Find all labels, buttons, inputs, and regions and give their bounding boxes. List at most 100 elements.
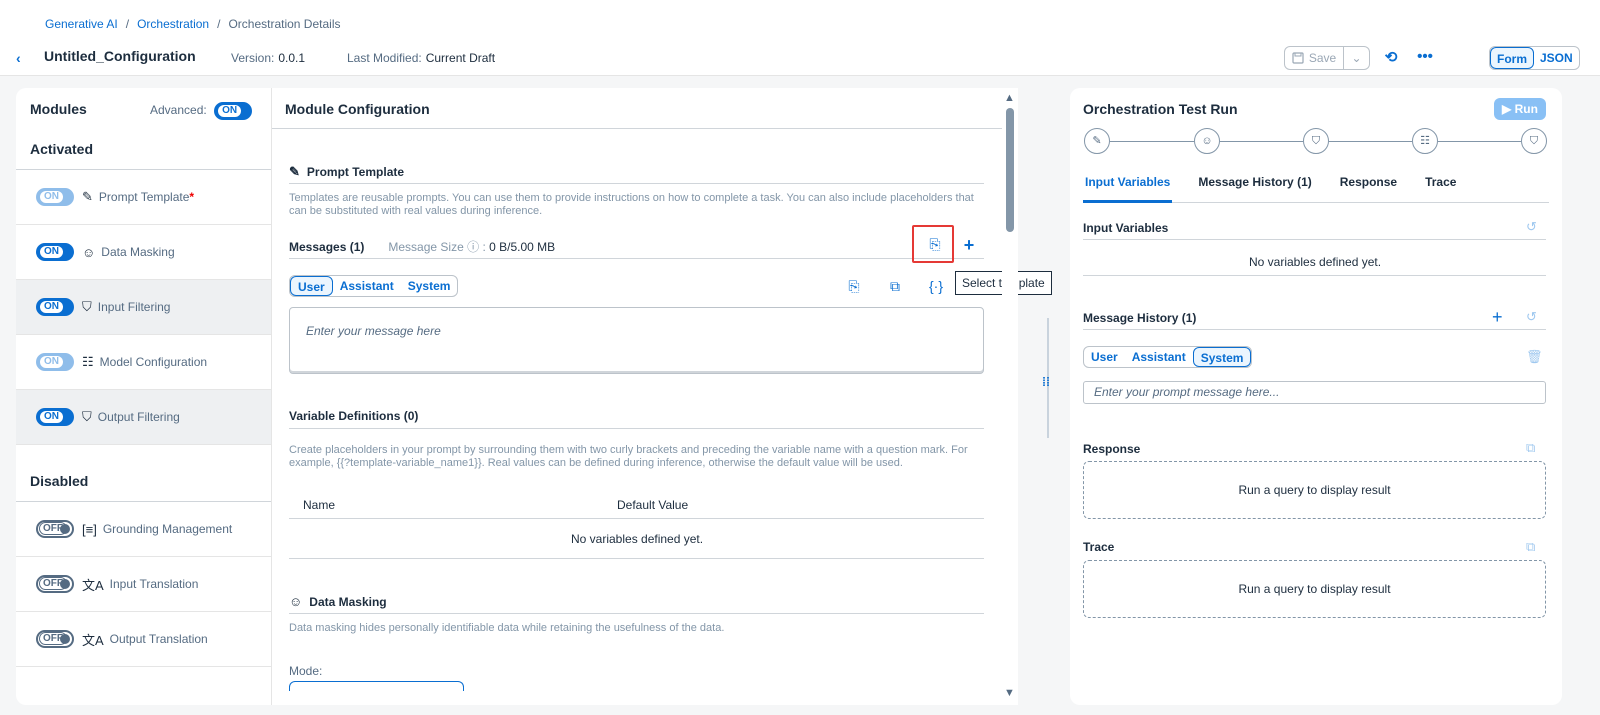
variable-definitions-description: Create placeholders in your prompt by su… bbox=[289, 444, 968, 469]
tab-trace[interactable]: Trace bbox=[1423, 175, 1458, 203]
grounding-icon: [≡] bbox=[82, 521, 97, 537]
breadcrumb-generative-ai[interactable]: Generative AI bbox=[45, 17, 118, 31]
input-translation-switch[interactable]: OFF bbox=[36, 575, 74, 593]
divider bbox=[272, 128, 1002, 129]
advanced-toggle-group: Advanced: ON bbox=[150, 102, 253, 120]
filter-icon: ⛉ bbox=[82, 299, 92, 314]
info-icon[interactable]: ⓘ bbox=[467, 240, 479, 254]
activated-heading: Activated bbox=[30, 141, 94, 157]
back-chevron-icon[interactable]: ‹ bbox=[16, 50, 21, 66]
prompt-edit-icon: ✎ bbox=[82, 189, 93, 204]
advanced-label: Advanced: bbox=[150, 103, 207, 118]
test-run-tabs: Input Variables Message History (1) Resp… bbox=[1083, 175, 1549, 203]
save-dropdown-button[interactable]: ⌄ bbox=[1344, 46, 1370, 70]
copy-icon[interactable]: ⧉ bbox=[1526, 440, 1535, 456]
breadcrumb-separator: / bbox=[217, 17, 221, 31]
form-view-button[interactable]: Form bbox=[1490, 47, 1534, 69]
test-run-title: Orchestration Test Run bbox=[1083, 101, 1238, 117]
mode-label: Mode: bbox=[289, 664, 323, 678]
modules-title: Modules bbox=[30, 101, 87, 117]
scroll-up-icon[interactable]: ▲ bbox=[1004, 92, 1015, 104]
input-filtering-switch[interactable]: ON bbox=[36, 298, 74, 316]
messages-row: Messages (1) Message Size ⓘ : 0 B/5.00 MB bbox=[289, 240, 556, 254]
filter-icon: ⛉ bbox=[82, 409, 92, 424]
module-configuration-panel: Module Configuration ✎ Prompt Template Te… bbox=[272, 88, 1018, 705]
message-input[interactable]: Enter your message here bbox=[289, 307, 984, 374]
output-translation-switch[interactable]: OFF bbox=[36, 630, 74, 648]
grip-icon[interactable]: ⁞⁞ bbox=[1042, 375, 1050, 389]
module-output-translation[interactable]: OFF 文A Output Translation bbox=[16, 612, 271, 667]
module-model-configuration[interactable]: ON ☷ Model Configuration bbox=[16, 335, 271, 390]
step-filter-icon[interactable]: ⛉ bbox=[1303, 128, 1329, 154]
module-input-translation[interactable]: OFF 文A Input Translation bbox=[16, 557, 271, 612]
copy-icon[interactable]: ⧉ bbox=[1526, 539, 1535, 555]
save-button[interactable]: Save bbox=[1284, 46, 1344, 70]
history-role-toggle: User Assistant System bbox=[1083, 346, 1253, 368]
scroll-thumb[interactable] bbox=[1006, 108, 1014, 232]
tab-input-variables[interactable]: Input Variables bbox=[1083, 175, 1173, 203]
step-mask-icon[interactable]: ☺ bbox=[1194, 128, 1220, 154]
add-message-icon[interactable]: + bbox=[1492, 307, 1503, 328]
module-label: Data Masking bbox=[101, 245, 175, 259]
variable-icon[interactable]: {·} bbox=[925, 278, 947, 294]
module-input-filtering[interactable]: ON ⛉ Input Filtering bbox=[16, 280, 271, 335]
history-icon[interactable]: ⟲ bbox=[1380, 48, 1402, 68]
role-assistant-button[interactable]: Assistant bbox=[1125, 347, 1193, 367]
breadcrumb-orchestration[interactable]: Orchestration bbox=[137, 17, 209, 31]
view-mode-toggle: Form JSON bbox=[1489, 46, 1580, 70]
step-prompt-icon[interactable]: ✎ bbox=[1084, 128, 1110, 154]
config-title: Module Configuration bbox=[285, 101, 430, 117]
reset-icon[interactable]: ↺ bbox=[1526, 309, 1537, 325]
module-output-filtering[interactable]: ON ⛉ Output Filtering bbox=[16, 390, 271, 445]
tab-response[interactable]: Response bbox=[1338, 175, 1399, 203]
data-masking-description: Data masking hides personally identifiab… bbox=[289, 622, 725, 634]
divider bbox=[289, 258, 984, 259]
prompt-edit-icon: ✎ bbox=[289, 164, 300, 179]
divider bbox=[1083, 275, 1546, 276]
last-modified-label: Last Modified: bbox=[347, 51, 422, 65]
required-marker: * bbox=[189, 190, 195, 204]
response-heading: Response bbox=[1083, 442, 1141, 456]
mask-icon: ☺ bbox=[289, 594, 303, 609]
module-data-masking[interactable]: ON ☺ Data Masking bbox=[16, 225, 271, 280]
add-message-icon[interactable]: + bbox=[958, 235, 980, 256]
role-user-button[interactable]: User bbox=[1084, 347, 1125, 367]
role-system-button[interactable]: System bbox=[1192, 347, 1252, 367]
message-role-toggle: User Assistant System bbox=[289, 275, 459, 297]
version-info: Version: 0.0.1 bbox=[231, 51, 305, 65]
output-filtering-switch[interactable]: ON bbox=[36, 408, 74, 426]
advanced-switch[interactable]: ON bbox=[214, 102, 253, 120]
run-button[interactable]: ▶ Run bbox=[1494, 98, 1546, 120]
module-grounding-management[interactable]: OFF [≡] Grounding Management bbox=[16, 502, 271, 557]
more-options-icon[interactable]: ••• bbox=[1414, 48, 1436, 68]
reset-icon[interactable]: ↺ bbox=[1526, 219, 1537, 235]
data-masking-switch[interactable]: ON bbox=[36, 243, 74, 261]
response-output: Run a query to display result bbox=[1083, 461, 1546, 519]
delete-icon[interactable]: 🗑 bbox=[1526, 349, 1543, 365]
mask-icon: ☺ bbox=[82, 244, 96, 260]
sliders-icon: ☷ bbox=[82, 354, 94, 369]
prompt-message-input[interactable]: Enter your prompt message here... bbox=[1083, 381, 1546, 404]
trace-heading: Trace bbox=[1083, 540, 1115, 554]
add-template-icon[interactable]: ⎘ bbox=[843, 278, 865, 295]
tab-message-history[interactable]: Message History (1) bbox=[1196, 175, 1313, 203]
mode-selector[interactable] bbox=[289, 681, 464, 691]
highlight-box bbox=[912, 225, 954, 263]
config-scrollbar[interactable]: ▲ ▼ bbox=[1002, 88, 1018, 705]
grounding-switch[interactable]: OFF bbox=[36, 520, 74, 538]
copy-icon[interactable]: ⧉ bbox=[884, 278, 906, 295]
module-label: Prompt Template bbox=[98, 190, 190, 204]
divider bbox=[289, 558, 984, 559]
step-sliders-icon[interactable]: ☷ bbox=[1412, 128, 1438, 154]
panel-splitter[interactable]: ⁞⁞ bbox=[1040, 88, 1056, 705]
step-output-filter-icon[interactable]: ⛉ bbox=[1521, 128, 1547, 154]
role-system-button[interactable]: System bbox=[401, 276, 458, 296]
scroll-down-icon[interactable]: ▼ bbox=[1004, 687, 1015, 699]
module-label: Input Translation bbox=[109, 577, 199, 591]
role-assistant-button[interactable]: Assistant bbox=[333, 276, 401, 296]
json-view-button[interactable]: JSON bbox=[1534, 47, 1579, 69]
module-prompt-template[interactable]: ON ✎ Prompt Template * bbox=[16, 170, 271, 225]
translate-icon: 文A bbox=[82, 577, 104, 593]
role-user-button[interactable]: User bbox=[290, 276, 333, 296]
play-icon: ▶ bbox=[1502, 102, 1515, 116]
